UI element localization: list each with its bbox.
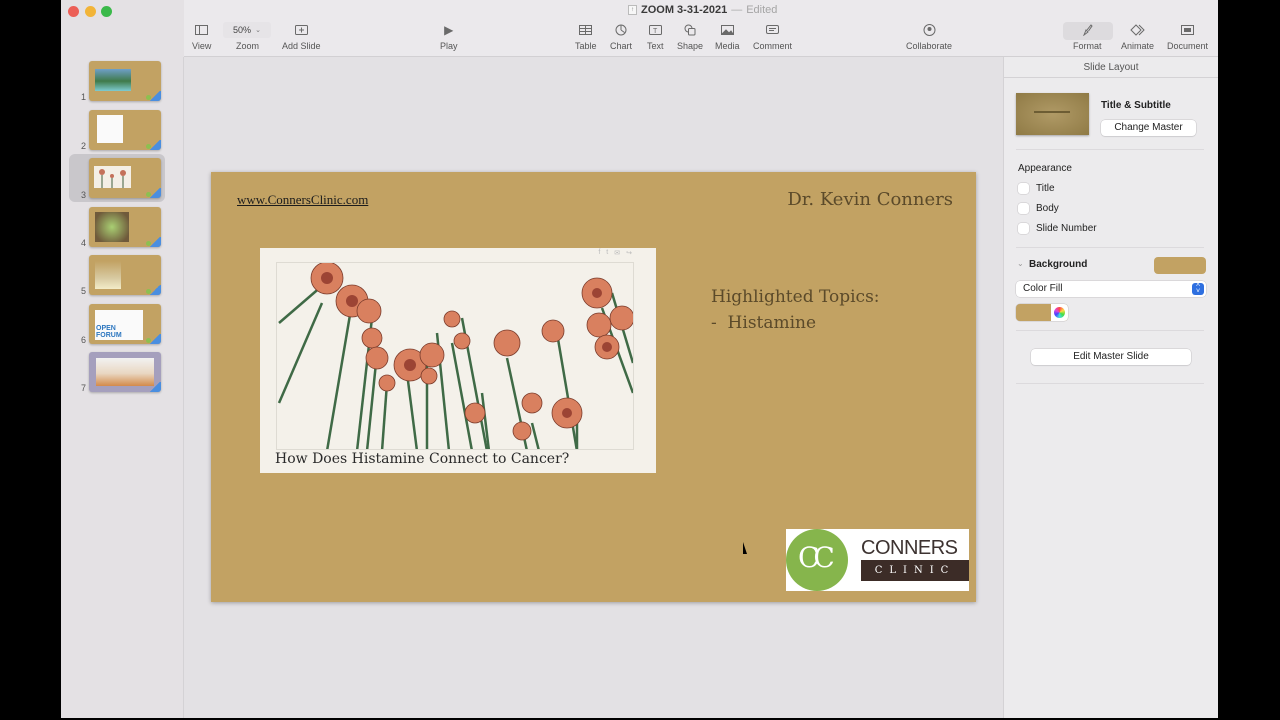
fill-type-select[interactable]: Color Fill ˄ ˅ (1016, 281, 1206, 297)
share-icons: f t ✉ ↪ (598, 249, 632, 257)
svg-text:T: T (653, 28, 658, 35)
slide-thumbnail-4[interactable]: 4 (69, 204, 165, 250)
logo-subtitle: CLINIC (861, 560, 969, 581)
comment-button[interactable]: Comment (753, 21, 792, 51)
topics-heading: Highlighted Topics: (711, 287, 880, 307)
minimize-window-button[interactable] (85, 6, 96, 17)
paintbrush-icon (1081, 21, 1093, 39)
background-section: ⌄ Background (1016, 257, 1206, 275)
flowers-illustration (276, 262, 634, 450)
animate-button[interactable]: Animate (1121, 21, 1154, 51)
shape-button[interactable]: Shape (677, 21, 703, 51)
background-color-swatch[interactable] (1154, 257, 1206, 274)
document-button[interactable]: Document (1167, 21, 1208, 51)
master-thumbnail[interactable] (1016, 93, 1089, 135)
body-checkbox[interactable]: Body (1018, 203, 1059, 214)
document-setup-icon (1181, 21, 1195, 39)
fullscreen-window-button[interactable] (101, 6, 112, 17)
collaborate-icon (923, 21, 936, 39)
website-link[interactable]: www.ConnersClinic.com (237, 192, 368, 208)
select-arrows-icon: ˄ ˅ (1192, 282, 1204, 295)
slide-number-checkbox[interactable]: Slide Number (1018, 223, 1097, 234)
beach-photo (95, 69, 131, 91)
comment-icon (766, 21, 779, 39)
play-button[interactable]: ▶ Play (440, 21, 458, 51)
sprouts-photo (95, 212, 129, 242)
topics-text-box[interactable]: Highlighted Topics: - Histamine (711, 284, 880, 336)
master-name: Title & Subtitle (1101, 100, 1171, 111)
title-checkbox[interactable]: Title (1018, 183, 1055, 194)
play-icon: ▶ (444, 23, 454, 37)
slide-canvas: www.ConnersClinic.com Dr. Kevin Conners … (185, 57, 1003, 718)
article-caption: How Does Histamine Connect to Cancer? (275, 451, 570, 467)
collaborate-button[interactable]: Collaborate (906, 21, 952, 51)
device-photo (97, 115, 123, 143)
email-icon: ✉ (614, 250, 621, 257)
appearance-label: Appearance (1018, 163, 1072, 174)
media-button[interactable]: Media (715, 21, 740, 51)
chart-button[interactable]: Chart (610, 21, 632, 51)
add-slide-button[interactable]: Add Slide (282, 21, 321, 51)
keynote-window: ↑ ZOOM 3-31-2021 — Edited View 50% ⌄ Zoo… (61, 0, 1218, 718)
chart-icon (615, 21, 627, 39)
view-button[interactable]: View (192, 21, 211, 51)
flowers-thumbnail (94, 166, 131, 188)
logo-wordmark: CONNERS (861, 537, 958, 559)
sidebar-icon (195, 21, 209, 39)
edited-status: Edited (746, 4, 778, 16)
mouse-pointer-icon (743, 542, 747, 554)
slide-thumbnail-1[interactable]: 1 (69, 58, 165, 104)
zoom-label-area: Zoom (236, 41, 260, 51)
format-button[interactable]: Format (1073, 21, 1102, 51)
edit-master-slide-button[interactable]: Edit Master Slide (1031, 349, 1191, 365)
author-text[interactable]: Dr. Kevin Conners (787, 189, 953, 210)
media-icon (720, 21, 734, 39)
color-wheel-icon[interactable] (1054, 307, 1065, 318)
topic-item: - Histamine (711, 313, 817, 333)
slide-thumbnail-7[interactable]: 7 (69, 349, 165, 395)
sunset-image (96, 358, 154, 386)
slide-thumbnail-2[interactable]: 2 (69, 107, 165, 153)
format-inspector: Slide Layout Title & Subtitle Change Mas… (1003, 57, 1218, 718)
disclosure-chevron-icon[interactable]: ⌄ (1017, 259, 1024, 268)
fill-color-well[interactable] (1016, 304, 1068, 321)
window-title: ↑ ZOOM 3-31-2021 — Edited (628, 4, 777, 16)
document-name: ZOOM 3-31-2021 (641, 4, 728, 16)
table-button[interactable]: Table (575, 21, 597, 51)
conners-clinic-logo[interactable]: CC CONNERS CLINIC (786, 529, 969, 591)
shape-icon (684, 21, 696, 39)
inspector-title: Slide Layout (1004, 57, 1218, 78)
add-slide-icon (294, 21, 308, 39)
lamp-photo (95, 261, 121, 289)
document-icon: ↑ (628, 5, 637, 15)
toolbar: ↑ ZOOM 3-31-2021 — Edited View 50% ⌄ Zoo… (61, 0, 1218, 57)
slide-thumbnail-6[interactable]: OPEN FORUM 6 (69, 301, 165, 347)
twitter-icon: t (606, 249, 609, 256)
slide-thumbnail-5[interactable]: 5 (69, 252, 165, 298)
change-master-button[interactable]: Change Master (1101, 120, 1196, 136)
text-button[interactable]: T Text (647, 21, 664, 51)
open-forum-image: OPEN FORUM (95, 310, 143, 340)
current-slide[interactable]: www.ConnersClinic.com Dr. Kevin Conners … (211, 172, 976, 602)
animate-diamond-icon (1129, 21, 1146, 39)
slide-thumbnail-3[interactable]: 3 (69, 154, 165, 202)
close-window-button[interactable] (68, 6, 79, 17)
logo-circle: CC (786, 529, 848, 591)
text-box-icon: T (648, 21, 662, 39)
share-icon: ↪ (626, 250, 632, 257)
slide-navigator: 1 2 3 4 5 OPEN FORUM 6 7 (61, 57, 184, 718)
facebook-icon: f (598, 249, 601, 256)
article-image[interactable]: f t ✉ ↪ How Does Histamine Connect to Ca… (260, 248, 656, 473)
table-icon (579, 21, 593, 39)
